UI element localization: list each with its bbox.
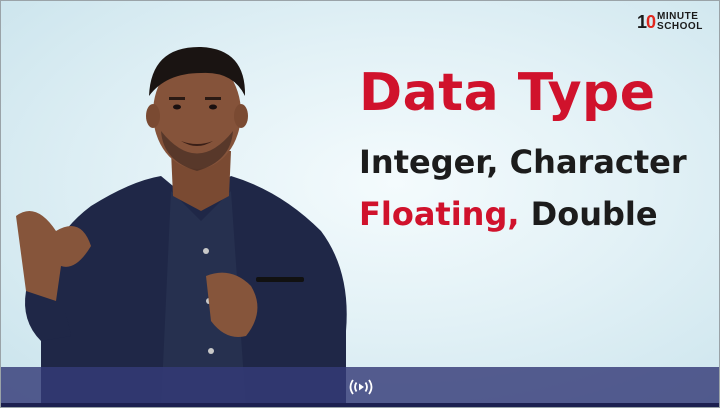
logo-number: 10: [637, 11, 656, 32]
slide-line-2: Floating, Double: [359, 195, 658, 233]
presenter-image: [16, 46, 347, 407]
progress-track[interactable]: [1, 403, 719, 407]
slide-title: Data Type: [359, 63, 656, 123]
logo-words: MINUTE SCHOOL: [657, 12, 703, 32]
player-control-bar[interactable]: [1, 367, 719, 407]
live-broadcast-icon[interactable]: [347, 376, 375, 398]
slide-line-2-highlight: Floating,: [359, 195, 520, 233]
video-frame[interactable]: 10 MINUTE SCHOOL Data Type Integer, Char…: [0, 0, 720, 408]
logo-word-school: SCHOOL: [657, 21, 703, 32]
slide-line-2-rest: Double: [530, 195, 658, 233]
slide-line-1: Integer, Character: [359, 143, 687, 181]
brand-logo: 10 MINUTE SCHOOL: [637, 9, 709, 35]
